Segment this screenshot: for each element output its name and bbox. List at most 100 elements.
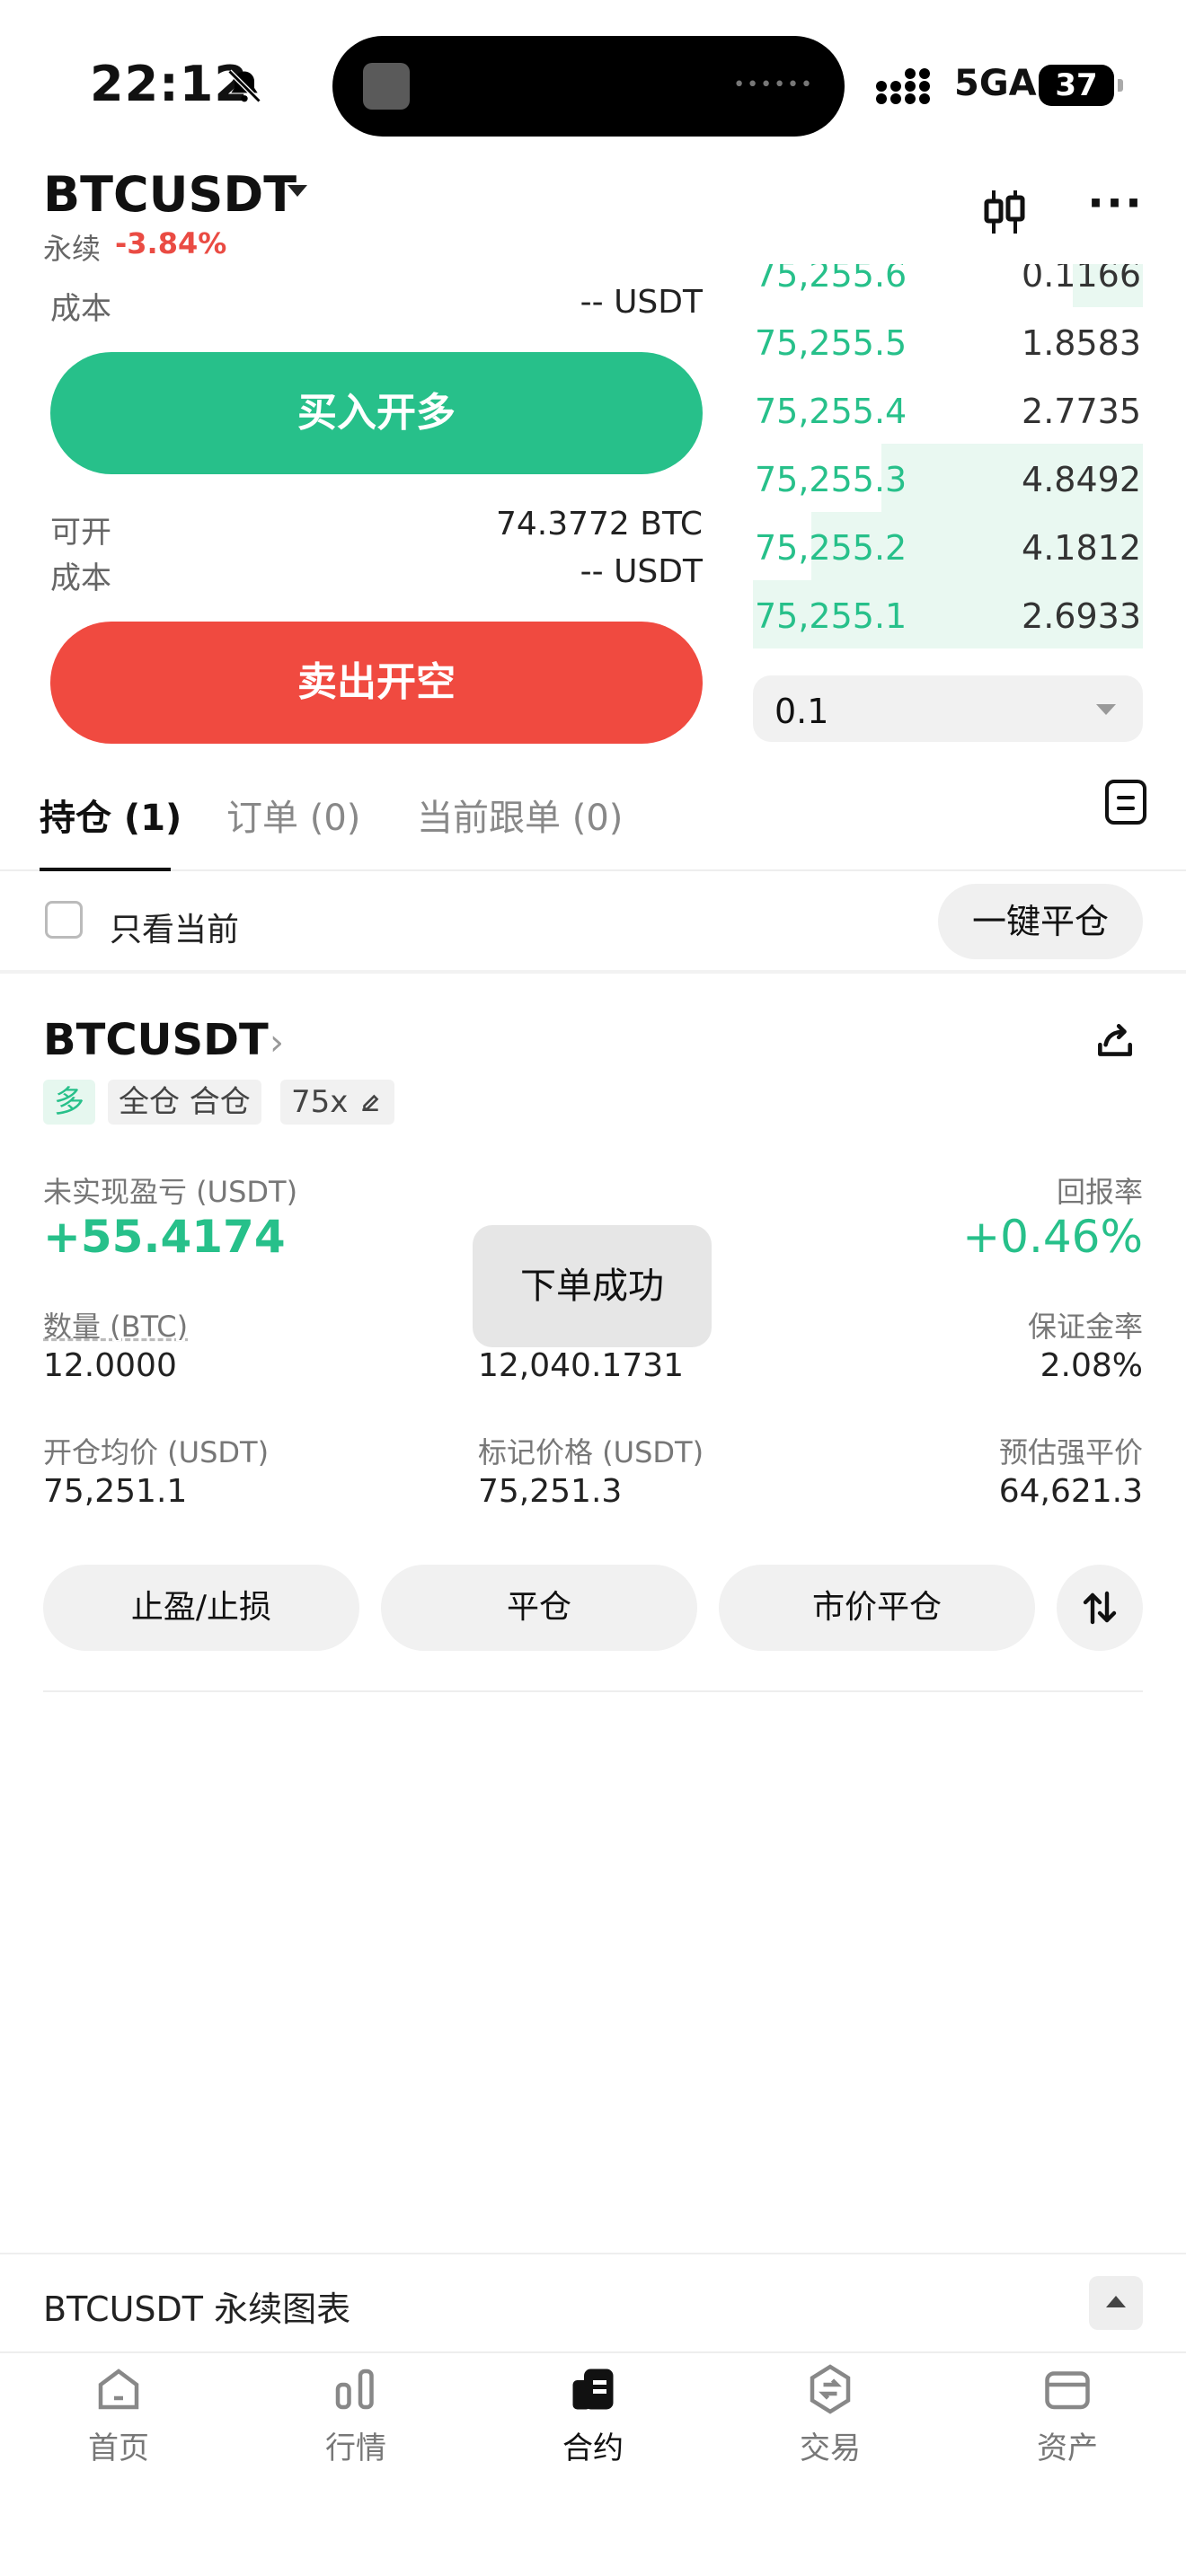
chevron-down-icon xyxy=(1096,704,1116,715)
nav-market[interactable]: 行情 xyxy=(266,2362,446,2467)
only-current-label: 只看当前 xyxy=(110,912,240,948)
sort-swap-icon[interactable] xyxy=(1057,1565,1143,1651)
nav-assets[interactable]: 资产 xyxy=(978,2362,1157,2467)
home-icon xyxy=(98,2369,139,2410)
nav-assets-label: 资产 xyxy=(1037,2430,1098,2466)
order-success-toast: 下单成功 xyxy=(473,1225,712,1347)
bid-quantity: 2.7735 xyxy=(1022,392,1141,431)
thumbnail-image xyxy=(363,63,410,110)
tab-copy-trades[interactable]: 当前跟单 (0) xyxy=(417,789,623,841)
candlestick-chart-icon[interactable] xyxy=(979,187,1030,241)
bid-price: 75,255.6 xyxy=(755,264,907,295)
bid-price: 75,255.3 xyxy=(755,460,907,499)
edit-icon xyxy=(362,1094,379,1111)
nav-divider xyxy=(0,2351,1186,2353)
quantity-label: 数量 (BTC) xyxy=(43,1310,189,1344)
margin-rate-label: 保证金率 xyxy=(1027,1310,1143,1344)
bid-price: 75,255.1 xyxy=(755,596,907,636)
cost-value-top: -- USDT xyxy=(580,284,703,321)
bid-quantity: 4.1812 xyxy=(1022,528,1141,568)
order-book-row[interactable]: 75,255.2 4.1812 xyxy=(753,512,1143,580)
order-book-row[interactable]: 75,255.1 2.6933 xyxy=(753,580,1143,648)
nav-futures[interactable]: 合约 xyxy=(503,2362,683,2467)
entry-price-label: 开仓均价 (USDT) xyxy=(43,1435,270,1469)
bid-quantity: 1.8583 xyxy=(1022,323,1141,363)
available-label: 可开 xyxy=(50,515,111,551)
order-book-row[interactable]: 75,255.5 1.8583 xyxy=(753,307,1143,375)
depth-step-value: 0.1 xyxy=(774,692,829,731)
nav-trade-label: 交易 xyxy=(800,2430,861,2466)
wallet-icon xyxy=(1045,2371,1090,2410)
chevron-up-icon[interactable] xyxy=(1089,2276,1143,2330)
order-book-row[interactable]: 75,255.4 2.7735 xyxy=(753,375,1143,444)
leverage-tag[interactable]: 75x xyxy=(280,1080,395,1125)
symbol-dropdown-icon[interactable] xyxy=(288,185,307,197)
cost-value: -- USDT xyxy=(580,553,703,590)
unrealized-pnl-value: +55.4174 xyxy=(43,1211,286,1263)
cost-label: 成本 xyxy=(50,560,111,596)
bid-quantity: 4.8492 xyxy=(1022,460,1141,499)
market-close-button[interactable]: 市价平仓 xyxy=(719,1565,1035,1651)
signal-icon xyxy=(876,66,941,108)
margin-mode-tag[interactable]: 全仓 合仓 xyxy=(108,1080,261,1125)
unrealized-pnl-label: 未实现盈亏 (USDT) xyxy=(43,1175,298,1209)
roe-value: +0.46% xyxy=(962,1211,1143,1263)
leverage-value: 75x xyxy=(291,1084,349,1120)
side-tag: 多 xyxy=(43,1080,95,1125)
roe-label: 回报率 xyxy=(1056,1175,1143,1209)
share-icon[interactable] xyxy=(1093,1019,1137,1067)
tp-sl-button[interactable]: 止盈/止损 xyxy=(43,1565,359,1651)
depth-step-select[interactable]: 0.1 xyxy=(753,675,1143,742)
nav-home-label: 首页 xyxy=(88,2430,149,2466)
tab-active-indicator xyxy=(40,868,171,871)
contract-type: 永续 xyxy=(43,232,102,266)
bid-quantity: 2.6933 xyxy=(1022,596,1141,636)
ellipsis-icon: •••••• xyxy=(733,74,814,96)
more-icon[interactable]: ··· xyxy=(1087,181,1144,225)
close-all-button[interactable]: 一键平仓 xyxy=(938,884,1143,959)
network-type: 5GA xyxy=(954,63,1037,104)
bid-price: 75,255.2 xyxy=(755,528,907,568)
mark-price-label: 标记价格 (USDT) xyxy=(478,1435,704,1469)
margin-value: 12,040.1731 xyxy=(478,1347,685,1384)
order-book: 75,255.6 0.1166 75,255.5 1.8583 75,255.4 2.77… xyxy=(753,264,1143,656)
dynamic-island: •••••• xyxy=(332,36,845,137)
tab-positions[interactable]: 持仓 (1) xyxy=(40,789,181,841)
bid-quantity: 0.1166 xyxy=(1022,264,1141,295)
order-book-row[interactable]: 75,255.3 4.8492 xyxy=(753,444,1143,512)
bid-price: 75,255.5 xyxy=(755,323,907,363)
available-value: 74.3772 BTC xyxy=(495,506,703,543)
bell-muted-icon xyxy=(225,66,264,110)
tab-divider xyxy=(0,869,1186,871)
market-icon xyxy=(335,2369,374,2410)
card-divider xyxy=(43,1690,1143,1692)
nav-market-label: 行情 xyxy=(325,2430,386,2466)
only-current-checkbox[interactable] xyxy=(45,901,83,939)
chart-divider xyxy=(0,2253,1186,2254)
margin-rate-value: 2.08% xyxy=(1040,1347,1143,1384)
quantity-value: 12.0000 xyxy=(43,1347,177,1384)
tab-orders[interactable]: 订单 (0) xyxy=(226,789,360,841)
sell-short-button[interactable]: 卖出开空 xyxy=(50,622,703,744)
chart-bar-label[interactable]: BTCUSDT 永续图表 xyxy=(43,2281,350,2331)
mark-price-value: 75,251.3 xyxy=(478,1473,623,1510)
nav-futures-label: 合约 xyxy=(562,2430,624,2466)
buy-long-button[interactable]: 买入开多 xyxy=(50,352,703,474)
futures-icon xyxy=(572,2369,614,2410)
chevron-right-icon[interactable]: › xyxy=(270,1022,284,1063)
close-position-button[interactable]: 平仓 xyxy=(381,1565,697,1651)
nav-home[interactable]: 首页 xyxy=(29,2362,208,2467)
order-book-row[interactable]: 75,255.6 0.1166 xyxy=(753,264,1143,307)
position-symbol[interactable]: BTCUSDT xyxy=(43,1015,269,1065)
symbol-title[interactable]: BTCUSDT xyxy=(43,166,296,223)
cost-label-top: 成本 xyxy=(50,291,111,327)
liq-price-value: 64,621.3 xyxy=(998,1473,1143,1510)
battery-icon: 37 xyxy=(1039,65,1123,106)
nav-trade[interactable]: 交易 xyxy=(740,2362,920,2467)
section-divider xyxy=(0,970,1186,974)
liq-price-label: 预估强平价 xyxy=(998,1435,1143,1469)
entry-price-value: 75,251.1 xyxy=(43,1473,188,1510)
order-history-icon[interactable] xyxy=(1105,780,1146,825)
trade-icon xyxy=(810,2364,851,2414)
bid-price: 75,255.4 xyxy=(755,392,907,431)
